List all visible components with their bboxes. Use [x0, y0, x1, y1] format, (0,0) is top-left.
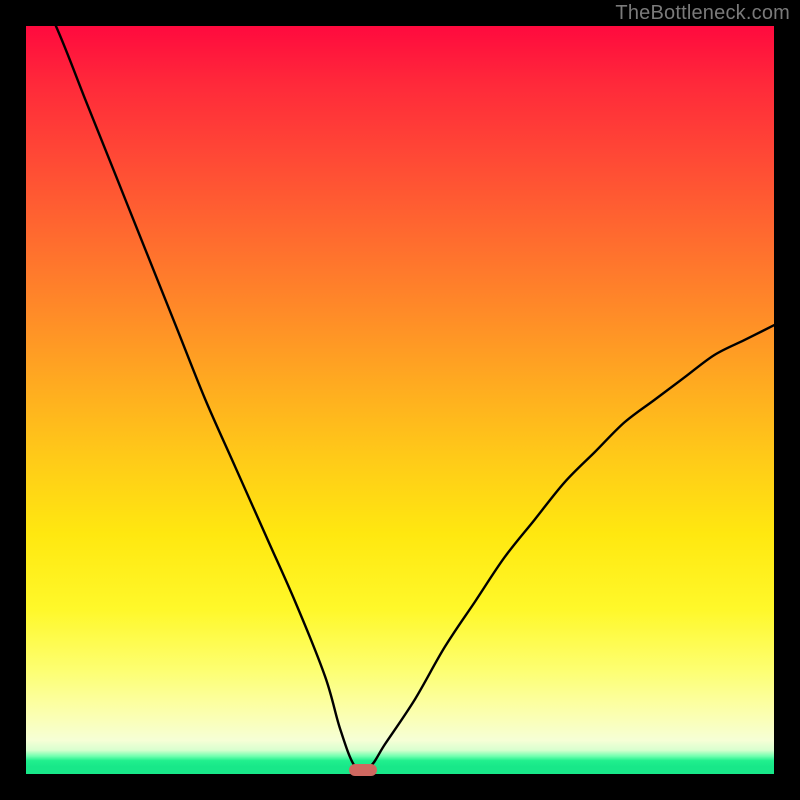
chart-frame: TheBottleneck.com — [0, 0, 800, 800]
curve-path — [26, 26, 774, 770]
bottleneck-curve — [26, 26, 774, 774]
watermark-text: TheBottleneck.com — [615, 2, 790, 25]
optimal-marker — [349, 764, 377, 776]
